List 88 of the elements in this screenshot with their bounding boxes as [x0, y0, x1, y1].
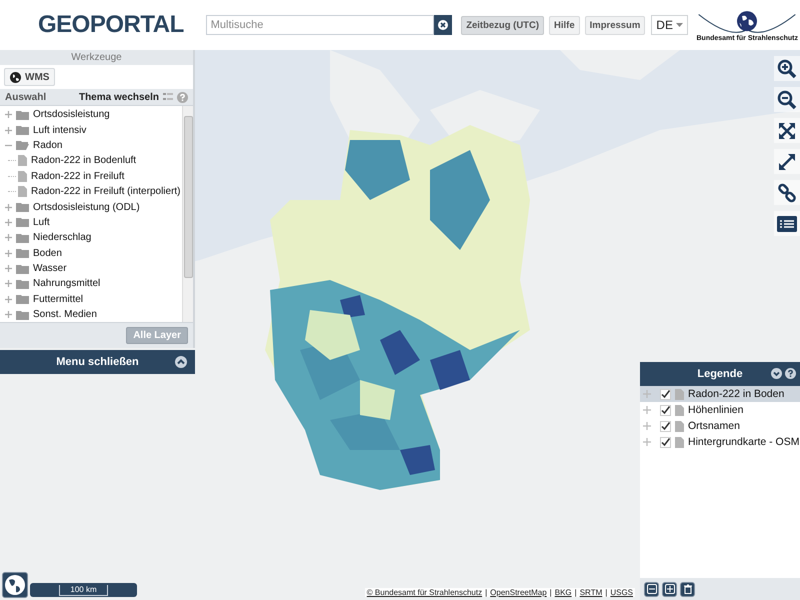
folder-item[interactable]: Niederschlag	[33, 232, 92, 244]
globe-icon	[10, 72, 21, 82]
folder-icon	[16, 310, 29, 320]
document-icon	[18, 170, 27, 182]
folder-item[interactable]: Nahrungsmittel	[33, 278, 100, 290]
separator: |	[550, 588, 552, 597]
folder-icon	[16, 110, 29, 120]
chevron-down-icon[interactable]	[771, 368, 782, 379]
zoom-in-icon[interactable]	[774, 56, 800, 81]
folder-item[interactable]: Boden	[33, 248, 62, 259]
header-button[interactable]: Hilfe	[549, 16, 580, 34]
folder-item[interactable]: Luft intensiv	[33, 124, 86, 136]
attribution-link[interactable]: USGS	[610, 588, 633, 597]
header-button[interactable]: Zeitbezug (UTC)	[461, 16, 544, 34]
document-icon	[675, 404, 684, 416]
collapse-all-button[interactable]	[644, 582, 659, 596]
folder-icon	[16, 202, 29, 212]
plus-square-icon	[664, 584, 674, 594]
folder-icon	[16, 125, 29, 136]
folder-icon	[16, 140, 29, 150]
list-icon[interactable]	[774, 211, 800, 236]
legend-row[interactable]: Radon-222 in Boden	[640, 386, 800, 402]
folder-icon	[16, 264, 29, 274]
checkbox[interactable]	[660, 388, 671, 400]
folder-icon	[16, 217, 29, 228]
document-icon	[675, 388, 684, 400]
attribution-link[interactable]: © Bundesamt für Strahlenschutz	[366, 588, 482, 597]
layer-item[interactable]: Radon-222 in Freiluft (interpoliert)	[31, 186, 181, 198]
folder-item[interactable]: Wasser	[33, 263, 67, 274]
layer-label: Radon-222 in Boden	[688, 388, 784, 400]
separator: |	[605, 588, 608, 597]
folder-icon	[16, 294, 29, 304]
folder-icon	[16, 248, 29, 258]
layer-label: Höhenlinien	[688, 404, 744, 416]
panel-title: Werkzeuge	[70, 51, 123, 65]
layer-item[interactable]: Radon-222 in Bodenluft	[31, 155, 136, 166]
language-select[interactable]: DE	[651, 15, 688, 35]
separator: |	[485, 588, 488, 597]
zoom-out-icon[interactable]	[774, 87, 800, 112]
trash-icon	[682, 584, 692, 594]
site-logo[interactable]: GEOPORTAL	[38, 11, 184, 39]
header-button[interactable]: Impressum	[584, 16, 646, 34]
document-icon	[18, 155, 27, 166]
trash-button[interactable]	[680, 582, 695, 596]
help-icon[interactable]	[785, 368, 796, 379]
legend-header: Legende	[640, 362, 800, 386]
close-menu-bar[interactable]: Menu schließen	[0, 350, 195, 374]
minus-square-icon	[646, 584, 656, 594]
folder-item[interactable]: Radon	[33, 140, 62, 151]
checkbox[interactable]	[660, 436, 671, 448]
document-icon	[18, 186, 27, 198]
expand-all-button[interactable]	[662, 582, 677, 596]
scrollbar[interactable]	[182, 106, 193, 322]
folder-item[interactable]: Sonst. Medien	[33, 309, 97, 320]
legend-row[interactable]: Hintergrundkarte - OSM	[640, 434, 800, 450]
theme-switch-button[interactable]: Thema wechseln	[78, 92, 159, 102]
caret-icon	[676, 23, 684, 27]
close-icon	[438, 20, 448, 30]
folder-item[interactable]: Luft	[33, 216, 50, 228]
folder-item[interactable]: Ortsdosisleistung	[33, 109, 110, 120]
wms-button[interactable]: WMS	[4, 68, 56, 86]
attribution-link[interactable]: SRTM	[580, 588, 602, 597]
layer-item[interactable]: Radon-222 in Freiluft	[31, 170, 124, 182]
attribution-link[interactable]: BKG	[554, 588, 572, 597]
folder-item[interactable]: Futtermittel	[33, 294, 84, 305]
section-label: Auswahl	[5, 92, 48, 102]
search-field[interactable]: Multisuche	[206, 15, 434, 35]
legend-row[interactable]: Höhenlinien	[640, 402, 800, 418]
document-icon	[675, 436, 684, 448]
globe-icon	[4, 574, 26, 596]
layer-label: Ortsnamen	[688, 420, 740, 432]
separator: |	[574, 588, 577, 597]
link-icon[interactable]	[774, 180, 800, 205]
legend-row[interactable]: Ortsnamen	[640, 418, 800, 434]
document-icon	[675, 420, 684, 432]
globe-button[interactable]	[2, 572, 28, 598]
globe-arc-logo-icon	[697, 8, 798, 34]
attribution-link[interactable]: OpenStreetMap	[490, 588, 547, 597]
layer-label: Hintergrundkarte - OSM	[688, 436, 800, 448]
scale-bar: 100 km	[30, 583, 137, 597]
chevron-up-icon	[175, 356, 187, 368]
folder-icon	[16, 278, 29, 289]
clear-search-button[interactable]	[434, 15, 452, 35]
folder-icon	[16, 232, 29, 243]
checkbox[interactable]	[660, 404, 671, 416]
checkbox[interactable]	[660, 420, 671, 432]
folder-item[interactable]: Ortsdosisleistung (ODL)	[33, 202, 140, 213]
expand-arrows-icon[interactable]	[774, 118, 800, 143]
